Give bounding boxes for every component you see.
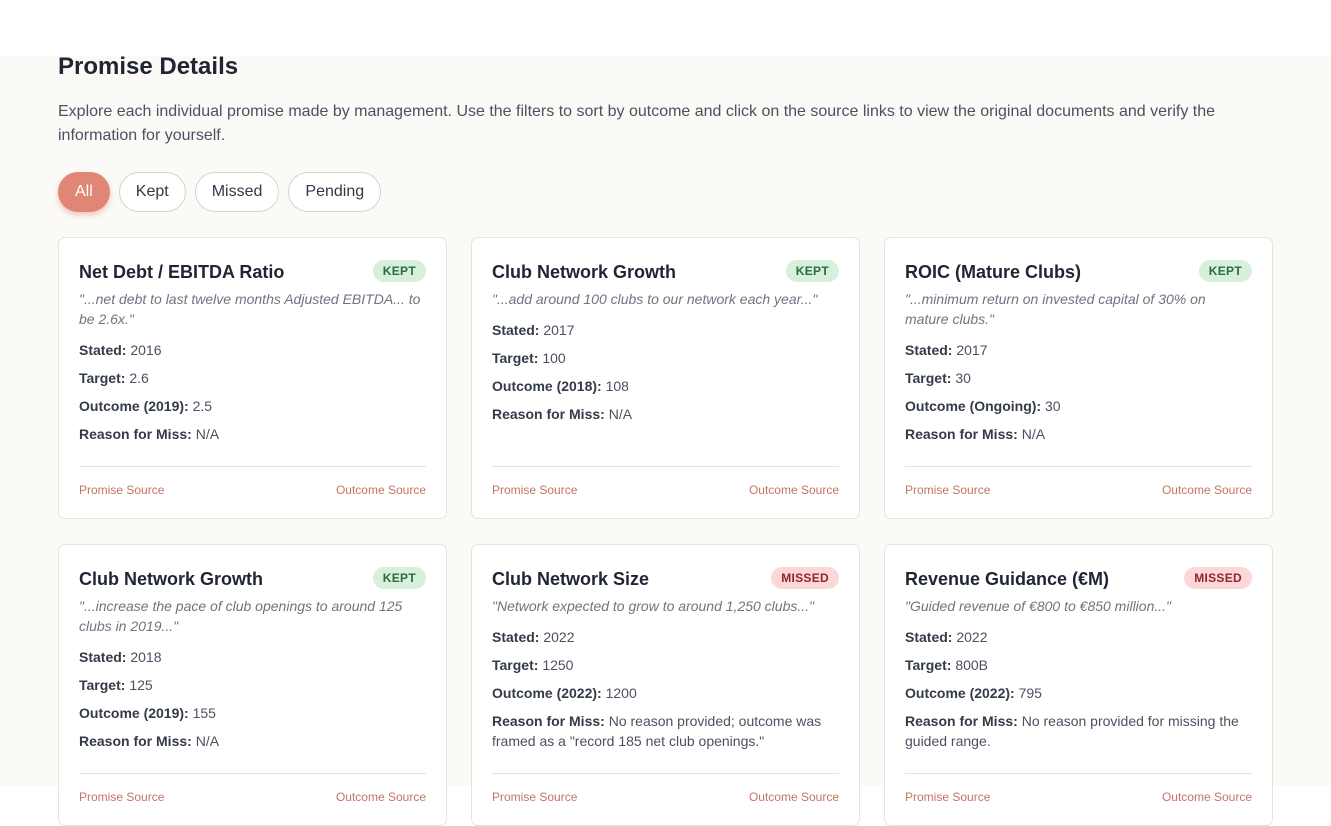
target-row: Target: 2.6 xyxy=(79,370,149,386)
section-intro: Explore each individual promise made by … xyxy=(58,103,1216,144)
promise-source-link[interactable]: Promise Source xyxy=(492,790,577,804)
reason-row: Reason for Miss: No reason provided for … xyxy=(905,713,1239,749)
promise-quote: "...net debt to last twelve months Adjus… xyxy=(79,291,421,327)
promise-title: Revenue Guidance (€M) xyxy=(905,569,1110,589)
card-footer: Promise Source Outcome Source xyxy=(79,466,426,497)
promise-quote: "Network expected to grow to around 1,25… xyxy=(492,598,815,614)
outcome-source-link[interactable]: Outcome Source xyxy=(749,790,839,804)
card-footer: Promise Source Outcome Source xyxy=(492,466,839,497)
filter-bar: All Kept Missed Pending xyxy=(58,172,382,212)
outcome-source-link[interactable]: Outcome Source xyxy=(336,483,426,497)
reason-row: Reason for Miss: N/A xyxy=(492,406,633,422)
card-footer: Promise Source Outcome Source xyxy=(79,773,426,804)
stated-row: Stated: 2022 xyxy=(492,629,575,645)
filter-kept-button[interactable]: Kept xyxy=(118,172,186,212)
status-badge: KEPT xyxy=(785,260,839,282)
target-row: Target: 100 xyxy=(492,350,566,366)
promise-card: ROIC (Mature Clubs) KEPT "...minimum ret… xyxy=(884,237,1273,519)
promise-card: Net Debt / EBITDA Ratio KEPT "...net deb… xyxy=(58,237,447,519)
promise-title: ROIC (Mature Clubs) xyxy=(905,262,1082,282)
status-badge: KEPT xyxy=(1198,260,1252,282)
promise-details-section: Promise Details Explore each individual … xyxy=(0,53,1331,826)
outcome-source-link[interactable]: Outcome Source xyxy=(1162,790,1252,804)
promise-card: Club Network Size MISSED "Network expect… xyxy=(471,544,860,826)
promise-source-link[interactable]: Promise Source xyxy=(79,483,164,497)
status-badge: MISSED xyxy=(771,567,839,589)
promise-title: Club Network Size xyxy=(492,569,650,589)
promise-card: Club Network Growth KEPT "...increase th… xyxy=(58,544,447,826)
promise-source-link[interactable]: Promise Source xyxy=(905,483,990,497)
promise-quote: "...increase the pace of club openings t… xyxy=(79,598,403,634)
outcome-row: Outcome (2018): 108 xyxy=(492,378,629,394)
stated-row: Stated: 2017 xyxy=(492,322,575,338)
promise-source-link[interactable]: Promise Source xyxy=(905,790,990,804)
target-row: Target: 800B xyxy=(905,657,989,673)
outcome-row: Outcome (2019): 155 xyxy=(79,705,216,721)
stated-row: Stated: 2022 xyxy=(905,629,988,645)
status-badge: MISSED xyxy=(1184,567,1252,589)
promise-title: Club Network Growth xyxy=(79,569,263,589)
target-row: Target: 30 xyxy=(905,370,971,386)
status-badge: KEPT xyxy=(372,567,426,589)
promise-title: Net Debt / EBITDA Ratio xyxy=(79,262,285,282)
reason-row: Reason for Miss: N/A xyxy=(79,733,220,749)
outcome-source-link[interactable]: Outcome Source xyxy=(336,790,426,804)
card-footer: Promise Source Outcome Source xyxy=(492,773,839,804)
promise-title: Club Network Growth xyxy=(492,262,676,282)
promise-quote: "...minimum return on invested capital o… xyxy=(905,291,1206,327)
promise-quote: "...add around 100 clubs to our network … xyxy=(492,291,818,307)
stated-row: Stated: 2016 xyxy=(79,342,162,358)
filter-all-button[interactable]: All xyxy=(58,172,110,212)
status-badge: KEPT xyxy=(372,260,426,282)
stated-row: Stated: 2017 xyxy=(905,342,988,358)
promise-quote: "Guided revenue of €800 to €850 million.… xyxy=(905,598,1171,614)
filter-pending-button[interactable]: Pending xyxy=(288,172,382,212)
outcome-row: Outcome (2022): 1200 xyxy=(492,685,637,701)
promise-grid: Net Debt / EBITDA Ratio KEPT "...net deb… xyxy=(58,237,1273,826)
promise-source-link[interactable]: Promise Source xyxy=(492,483,577,497)
outcome-row: Outcome (2022): 795 xyxy=(905,685,1042,701)
filter-missed-button[interactable]: Missed xyxy=(194,172,280,212)
card-footer: Promise Source Outcome Source xyxy=(905,466,1252,497)
card-footer: Promise Source Outcome Source xyxy=(905,773,1252,804)
promise-card: Revenue Guidance (€M) MISSED "Guided rev… xyxy=(884,544,1273,826)
target-row: Target: 1250 xyxy=(492,657,574,673)
page-title: Promise Details xyxy=(58,53,239,80)
stated-row: Stated: 2018 xyxy=(79,649,162,665)
promise-card: Club Network Growth KEPT "...add around … xyxy=(471,237,860,519)
promise-source-link[interactable]: Promise Source xyxy=(79,790,164,804)
outcome-row: Outcome (Ongoing): 30 xyxy=(905,398,1061,414)
target-row: Target: 125 xyxy=(79,677,153,693)
reason-row: Reason for Miss: N/A xyxy=(905,426,1046,442)
outcome-source-link[interactable]: Outcome Source xyxy=(1162,483,1252,497)
outcome-row: Outcome (2019): 2.5 xyxy=(79,398,213,414)
reason-row: Reason for Miss: No reason provided; out… xyxy=(492,713,822,749)
outcome-source-link[interactable]: Outcome Source xyxy=(749,483,839,497)
reason-row: Reason for Miss: N/A xyxy=(79,426,220,442)
top-band xyxy=(0,0,1331,56)
